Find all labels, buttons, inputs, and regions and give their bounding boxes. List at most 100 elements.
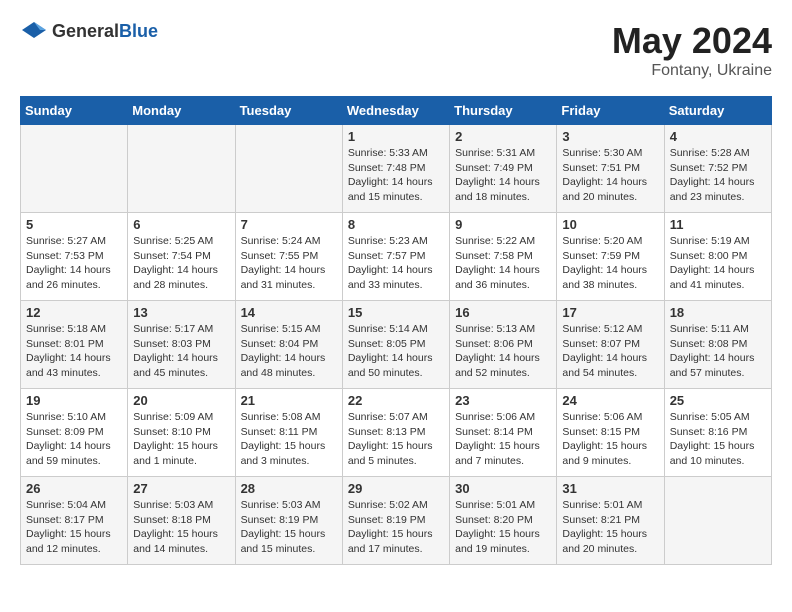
cell-info: Sunrise: 5:03 AM Sunset: 8:18 PM Dayligh… — [133, 498, 229, 557]
calendar-cell: 20 Sunrise: 5:09 AM Sunset: 8:10 PM Dayli… — [128, 389, 235, 477]
weekday-header-monday: Monday — [128, 97, 235, 125]
cell-info: Sunrise: 5:11 AM Sunset: 8:08 PM Dayligh… — [670, 322, 766, 381]
cell-info: Sunrise: 5:06 AM Sunset: 8:14 PM Dayligh… — [455, 410, 551, 469]
calendar-cell: 27 Sunrise: 5:03 AM Sunset: 8:18 PM Dayli… — [128, 477, 235, 565]
calendar-cell: 17 Sunrise: 5:12 AM Sunset: 8:07 PM Dayli… — [557, 301, 664, 389]
day-number: 24 — [562, 393, 658, 408]
weekday-header-thursday: Thursday — [450, 97, 557, 125]
calendar-cell: 9 Sunrise: 5:22 AM Sunset: 7:58 PM Daylig… — [450, 213, 557, 301]
calendar-week-row: 1 Sunrise: 5:33 AM Sunset: 7:48 PM Daylig… — [21, 125, 772, 213]
day-number: 17 — [562, 305, 658, 320]
cell-info: Sunrise: 5:25 AM Sunset: 7:54 PM Dayligh… — [133, 234, 229, 293]
day-number: 29 — [348, 481, 444, 496]
cell-info: Sunrise: 5:02 AM Sunset: 8:19 PM Dayligh… — [348, 498, 444, 557]
cell-info: Sunrise: 5:13 AM Sunset: 8:06 PM Dayligh… — [455, 322, 551, 381]
day-number: 22 — [348, 393, 444, 408]
cell-info: Sunrise: 5:15 AM Sunset: 8:04 PM Dayligh… — [241, 322, 337, 381]
calendar-week-row: 26Sunrise: 5:04 AM Sunset: 8:17 PM Dayli… — [21, 477, 772, 565]
logo-text-general: General — [52, 21, 119, 41]
calendar-title: May 2024 — [612, 20, 772, 62]
calendar-cell: 16 Sunrise: 5:13 AM Sunset: 8:06 PM Dayli… — [450, 301, 557, 389]
calendar-week-row: 5 Sunrise: 5:27 AM Sunset: 7:53 PM Daylig… — [21, 213, 772, 301]
cell-info: Sunrise: 5:14 AM Sunset: 8:05 PM Dayligh… — [348, 322, 444, 381]
cell-info: Sunrise: 5:28 AM Sunset: 7:52 PM Dayligh… — [670, 146, 766, 205]
calendar-cell: 7 Sunrise: 5:24 AM Sunset: 7:55 PM Daylig… — [235, 213, 342, 301]
calendar-cell: 23Sunrise: 5:06 AM Sunset: 8:14 PM Dayli… — [450, 389, 557, 477]
day-number: 30 — [455, 481, 551, 496]
day-number: 31 — [562, 481, 658, 496]
calendar-week-row: 19Sunrise: 5:10 AM Sunset: 8:09 PM Dayli… — [21, 389, 772, 477]
day-number: 12 — [26, 305, 122, 320]
day-number: 13 — [133, 305, 229, 320]
day-number: 7 — [241, 217, 337, 232]
logo-text-blue: Blue — [119, 21, 158, 41]
day-number: 6 — [133, 217, 229, 232]
calendar-cell: 4 Sunrise: 5:28 AM Sunset: 7:52 PM Daylig… — [664, 125, 771, 213]
cell-info: Sunrise: 5:22 AM Sunset: 7:58 PM Dayligh… — [455, 234, 551, 293]
calendar-cell: 24 Sunrise: 5:06 AM Sunset: 8:15 PM Dayli… — [557, 389, 664, 477]
cell-info: Sunrise: 5:08 AM Sunset: 8:11 PM Dayligh… — [241, 410, 337, 469]
calendar-cell: 14 Sunrise: 5:15 AM Sunset: 8:04 PM Dayli… — [235, 301, 342, 389]
day-number: 18 — [670, 305, 766, 320]
day-number: 21 — [241, 393, 337, 408]
cell-info: Sunrise: 5:33 AM Sunset: 7:48 PM Dayligh… — [348, 146, 444, 205]
calendar-cell — [128, 125, 235, 213]
cell-info: Sunrise: 5:07 AM Sunset: 8:13 PM Dayligh… — [348, 410, 444, 469]
day-number: 3 — [562, 129, 658, 144]
day-number: 16 — [455, 305, 551, 320]
calendar-cell: 22 Sunrise: 5:07 AM Sunset: 8:13 PM Dayli… — [342, 389, 449, 477]
calendar-body: 1 Sunrise: 5:33 AM Sunset: 7:48 PM Daylig… — [21, 125, 772, 565]
day-number: 10 — [562, 217, 658, 232]
calendar-cell: 26Sunrise: 5:04 AM Sunset: 8:17 PM Dayli… — [21, 477, 128, 565]
day-number: 20 — [133, 393, 229, 408]
day-number: 28 — [241, 481, 337, 496]
calendar-cell: 19Sunrise: 5:10 AM Sunset: 8:09 PM Dayli… — [21, 389, 128, 477]
calendar-week-row: 12 Sunrise: 5:18 AM Sunset: 8:01 PM Dayli… — [21, 301, 772, 389]
cell-info: Sunrise: 5:31 AM Sunset: 7:49 PM Dayligh… — [455, 146, 551, 205]
calendar-table: SundayMondayTuesdayWednesdayThursdayFrid… — [20, 96, 772, 565]
calendar-cell: 8 Sunrise: 5:23 AM Sunset: 7:57 PM Daylig… — [342, 213, 449, 301]
day-number: 1 — [348, 129, 444, 144]
logo: GeneralBlue — [20, 20, 158, 42]
calendar-cell: 6 Sunrise: 5:25 AM Sunset: 7:54 PM Daylig… — [128, 213, 235, 301]
day-number: 25 — [670, 393, 766, 408]
calendar-cell: 1 Sunrise: 5:33 AM Sunset: 7:48 PM Daylig… — [342, 125, 449, 213]
cell-info: Sunrise: 5:17 AM Sunset: 8:03 PM Dayligh… — [133, 322, 229, 381]
calendar-cell: 30Sunrise: 5:01 AM Sunset: 8:20 PM Dayli… — [450, 477, 557, 565]
day-number: 4 — [670, 129, 766, 144]
cell-info: Sunrise: 5:09 AM Sunset: 8:10 PM Dayligh… — [133, 410, 229, 469]
page-header: GeneralBlue May 2024 Fontany, Ukraine — [20, 20, 772, 80]
cell-info: Sunrise: 5:12 AM Sunset: 8:07 PM Dayligh… — [562, 322, 658, 381]
calendar-cell: 5 Sunrise: 5:27 AM Sunset: 7:53 PM Daylig… — [21, 213, 128, 301]
calendar-cell: 13 Sunrise: 5:17 AM Sunset: 8:03 PM Dayli… — [128, 301, 235, 389]
calendar-cell: 10Sunrise: 5:20 AM Sunset: 7:59 PM Dayli… — [557, 213, 664, 301]
calendar-cell: 3Sunrise: 5:30 AM Sunset: 7:51 PM Daylig… — [557, 125, 664, 213]
cell-info: Sunrise: 5:18 AM Sunset: 8:01 PM Dayligh… — [26, 322, 122, 381]
cell-info: Sunrise: 5:03 AM Sunset: 8:19 PM Dayligh… — [241, 498, 337, 557]
calendar-header: SundayMondayTuesdayWednesdayThursdayFrid… — [21, 97, 772, 125]
day-number: 5 — [26, 217, 122, 232]
weekday-header-friday: Friday — [557, 97, 664, 125]
calendar-cell: 21 Sunrise: 5:08 AM Sunset: 8:11 PM Dayli… — [235, 389, 342, 477]
day-number: 8 — [348, 217, 444, 232]
day-number: 14 — [241, 305, 337, 320]
calendar-cell: 31Sunrise: 5:01 AM Sunset: 8:21 PM Dayli… — [557, 477, 664, 565]
day-number: 27 — [133, 481, 229, 496]
calendar-cell: 25 Sunrise: 5:05 AM Sunset: 8:16 PM Dayli… — [664, 389, 771, 477]
day-number: 19 — [26, 393, 122, 408]
cell-info: Sunrise: 5:27 AM Sunset: 7:53 PM Dayligh… — [26, 234, 122, 293]
cell-info: Sunrise: 5:23 AM Sunset: 7:57 PM Dayligh… — [348, 234, 444, 293]
cell-info: Sunrise: 5:24 AM Sunset: 7:55 PM Dayligh… — [241, 234, 337, 293]
cell-info: Sunrise: 5:04 AM Sunset: 8:17 PM Dayligh… — [26, 498, 122, 557]
cell-info: Sunrise: 5:05 AM Sunset: 8:16 PM Dayligh… — [670, 410, 766, 469]
cell-info: Sunrise: 5:19 AM Sunset: 8:00 PM Dayligh… — [670, 234, 766, 293]
calendar-cell — [21, 125, 128, 213]
cell-info: Sunrise: 5:06 AM Sunset: 8:15 PM Dayligh… — [562, 410, 658, 469]
title-block: May 2024 Fontany, Ukraine — [612, 20, 772, 80]
header-row: SundayMondayTuesdayWednesdayThursdayFrid… — [21, 97, 772, 125]
weekday-header-saturday: Saturday — [664, 97, 771, 125]
calendar-cell: 11Sunrise: 5:19 AM Sunset: 8:00 PM Dayli… — [664, 213, 771, 301]
calendar-location: Fontany, Ukraine — [612, 62, 772, 80]
day-number: 9 — [455, 217, 551, 232]
calendar-cell — [235, 125, 342, 213]
